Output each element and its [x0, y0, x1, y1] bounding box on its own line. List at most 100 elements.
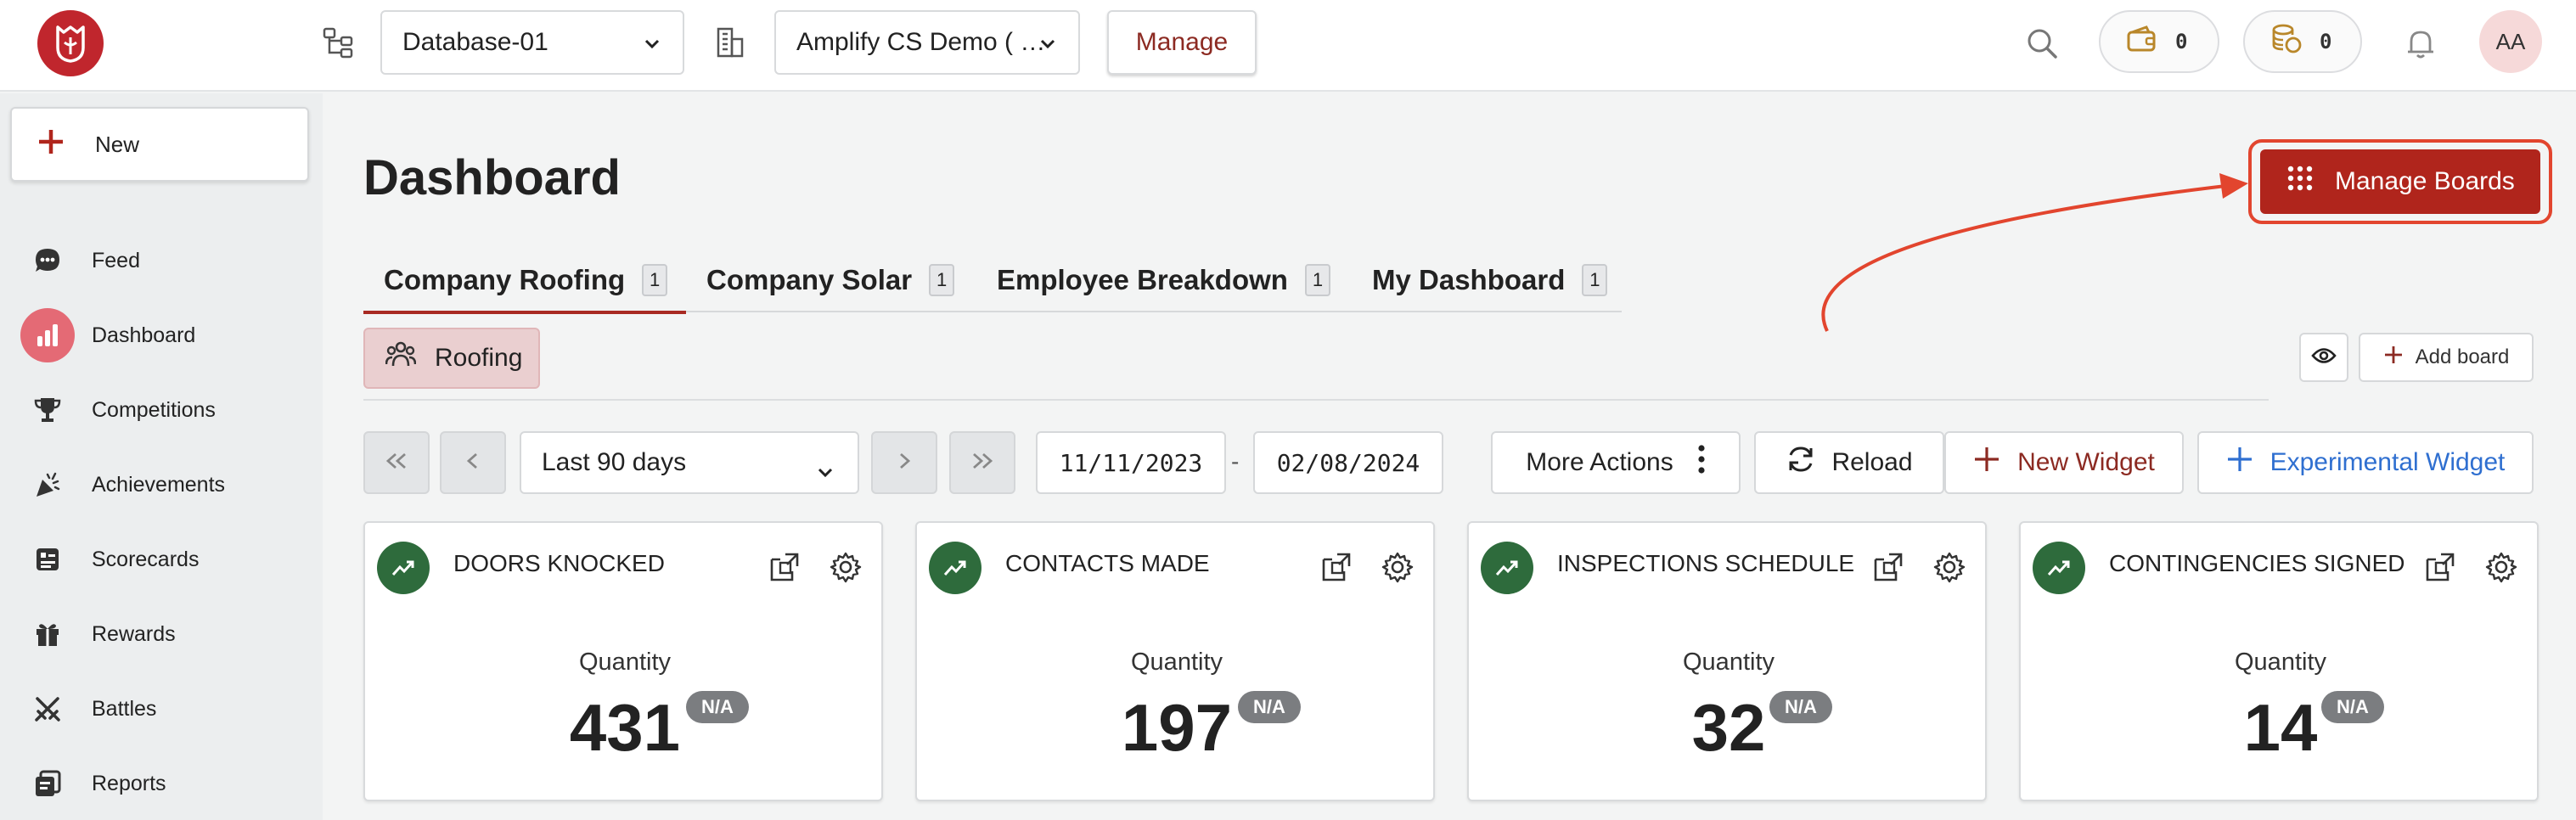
company-select-value: Amplify CS Demo ( …	[796, 28, 1046, 56]
experimental-widget-label: Experimental Widget	[2269, 448, 2506, 476]
widget-title: DOORS KNOCKED	[453, 550, 665, 576]
last-page-button[interactable]	[949, 431, 1015, 494]
sidebar: New Feed Dashboard Competitions Achievem…	[0, 93, 323, 820]
reload-button[interactable]: Reload	[1754, 431, 1944, 494]
widget-value: 431	[569, 690, 681, 765]
gear-icon[interactable]	[2483, 548, 2520, 586]
sidebar-item-achievements[interactable]: Achievements	[0, 455, 323, 514]
trending-up-icon	[2033, 542, 2085, 594]
tab-employee-breakdown[interactable]: Employee Breakdown 1	[976, 248, 1350, 312]
sidebar-item-label: Rewards	[92, 621, 176, 646]
widget-contingencies-signed[interactable]: CONTINGENCIES SIGNED Quantity 14 N/A	[2019, 521, 2539, 801]
crossed-swords-icon	[32, 694, 63, 724]
gift-icon	[32, 619, 63, 649]
trophy-icon	[32, 395, 63, 425]
sidebar-item-label: Dashboard	[92, 323, 196, 347]
sidebar-item-dashboard[interactable]: Dashboard	[0, 306, 323, 365]
top-bar: Database-01 Amplify CS Demo ( … Manage 0…	[0, 0, 2576, 92]
party-popper-icon	[32, 469, 63, 500]
end-date-input[interactable]: 02/08/2024	[1253, 431, 1443, 494]
new-button-label: New	[95, 131, 140, 157]
double-chevron-left-icon	[384, 448, 409, 477]
widget-doors-knocked[interactable]: DOORS KNOCKED Quantity 431 N/A	[363, 521, 883, 801]
divider	[363, 399, 2269, 401]
widget-title: CONTACTS MADE	[1005, 550, 1210, 576]
bell-icon[interactable]	[2399, 22, 2442, 65]
scorecard-icon	[32, 544, 63, 575]
previous-page-button[interactable]	[440, 431, 506, 494]
trending-up-icon	[377, 542, 430, 594]
org-tree-icon[interactable]	[318, 22, 358, 63]
open-external-icon[interactable]	[766, 548, 803, 586]
grid-dots-icon	[2286, 164, 2314, 199]
vertical-dots-icon	[1697, 444, 1706, 481]
start-date-input[interactable]: 11/11/2023	[1036, 431, 1226, 494]
manage-boards-button[interactable]: Manage Boards	[2260, 149, 2540, 214]
gear-icon[interactable]	[1379, 548, 1416, 586]
building-icon[interactable]	[710, 22, 751, 63]
new-button[interactable]: New	[10, 107, 309, 182]
sidebar-item-scorecards[interactable]: Scorecards	[0, 530, 323, 589]
sidebar-item-feed[interactable]: Feed	[0, 231, 323, 290]
plus-icon	[2383, 345, 2404, 371]
date-separator: -	[1231, 448, 1240, 475]
company-select[interactable]: Amplify CS Demo ( …	[774, 10, 1080, 75]
chevron-down-icon	[1039, 28, 1056, 57]
sidebar-item-competitions[interactable]: Competitions	[0, 380, 323, 440]
date-range-value: Last 90 days	[542, 448, 687, 476]
database-select[interactable]: Database-01	[380, 10, 684, 75]
open-external-icon[interactable]	[2421, 548, 2459, 586]
double-chevron-right-icon	[970, 448, 995, 477]
search-icon[interactable]	[2021, 22, 2063, 65]
widget-value: 197	[1121, 690, 1233, 765]
gear-icon[interactable]	[1931, 548, 1968, 586]
reload-label: Reload	[1831, 448, 1913, 476]
tab-my-dashboard[interactable]: My Dashboard 1	[1352, 248, 1622, 312]
experimental-widget-button[interactable]: Experimental Widget	[2197, 431, 2534, 494]
sidebar-item-label: Scorecards	[92, 547, 200, 571]
widget-value: 32	[1691, 690, 1766, 765]
next-page-button[interactable]	[871, 431, 937, 494]
tab-label: Company Solar	[706, 264, 913, 295]
widget-metric-label: Quantity	[579, 649, 671, 676]
add-board-label: Add board	[2415, 345, 2510, 368]
widget-inspections-scheduled[interactable]: INSPECTIONS SCHEDULED Quantity 32 N/A	[1467, 521, 1987, 801]
app-logo[interactable]	[37, 10, 104, 76]
plus-icon	[2226, 446, 2253, 480]
tab-count-badge: 1	[1304, 264, 1330, 296]
manage-button[interactable]: Manage	[1107, 10, 1257, 75]
sidebar-item-reports[interactable]: Reports	[0, 754, 323, 813]
new-widget-button[interactable]: New Widget	[1944, 431, 2184, 494]
visibility-toggle-button[interactable]	[2299, 333, 2348, 382]
comparison-badge: N/A	[1769, 691, 1832, 723]
chevron-down-icon	[644, 28, 661, 57]
coins-balance[interactable]: 0	[2243, 10, 2362, 73]
open-external-icon[interactable]	[1870, 548, 1907, 586]
group-chip-roofing[interactable]: Roofing	[363, 328, 540, 389]
date-range-select[interactable]: Last 90 days	[520, 431, 859, 494]
board-tabs: Company Roofing 1 Company Solar 1 Employ…	[363, 248, 1622, 314]
open-external-icon[interactable]	[1318, 548, 1355, 586]
eye-icon	[2311, 346, 2337, 369]
sidebar-item-label: Reports	[92, 771, 166, 795]
add-board-button[interactable]: Add board	[2359, 333, 2534, 382]
tab-label: Employee Breakdown	[997, 264, 1288, 295]
wallet-balance[interactable]: 0	[2099, 10, 2219, 73]
widget-title: CONTINGENCIES SIGNED	[2109, 550, 2405, 576]
wallet-icon	[2126, 25, 2158, 59]
tab-count-badge: 1	[642, 264, 668, 296]
tab-label: My Dashboard	[1372, 264, 1566, 295]
first-page-button[interactable]	[363, 431, 430, 494]
annotation-arrow	[1821, 173, 2248, 332]
more-actions-button[interactable]: More Actions	[1491, 431, 1741, 494]
widget-contacts-made[interactable]: CONTACTS MADE Quantity 197 N/A	[915, 521, 1435, 801]
tab-company-roofing[interactable]: Company Roofing 1	[363, 248, 686, 314]
manage-boards-label: Manage Boards	[2335, 167, 2515, 195]
bar-chart-icon	[20, 308, 75, 362]
sidebar-item-label: Feed	[92, 248, 140, 272]
tab-company-solar[interactable]: Company Solar 1	[686, 248, 975, 312]
sidebar-item-battles[interactable]: Battles	[0, 679, 323, 739]
user-avatar[interactable]: AA	[2479, 10, 2542, 73]
sidebar-item-rewards[interactable]: Rewards	[0, 604, 323, 664]
gear-icon[interactable]	[827, 548, 864, 586]
